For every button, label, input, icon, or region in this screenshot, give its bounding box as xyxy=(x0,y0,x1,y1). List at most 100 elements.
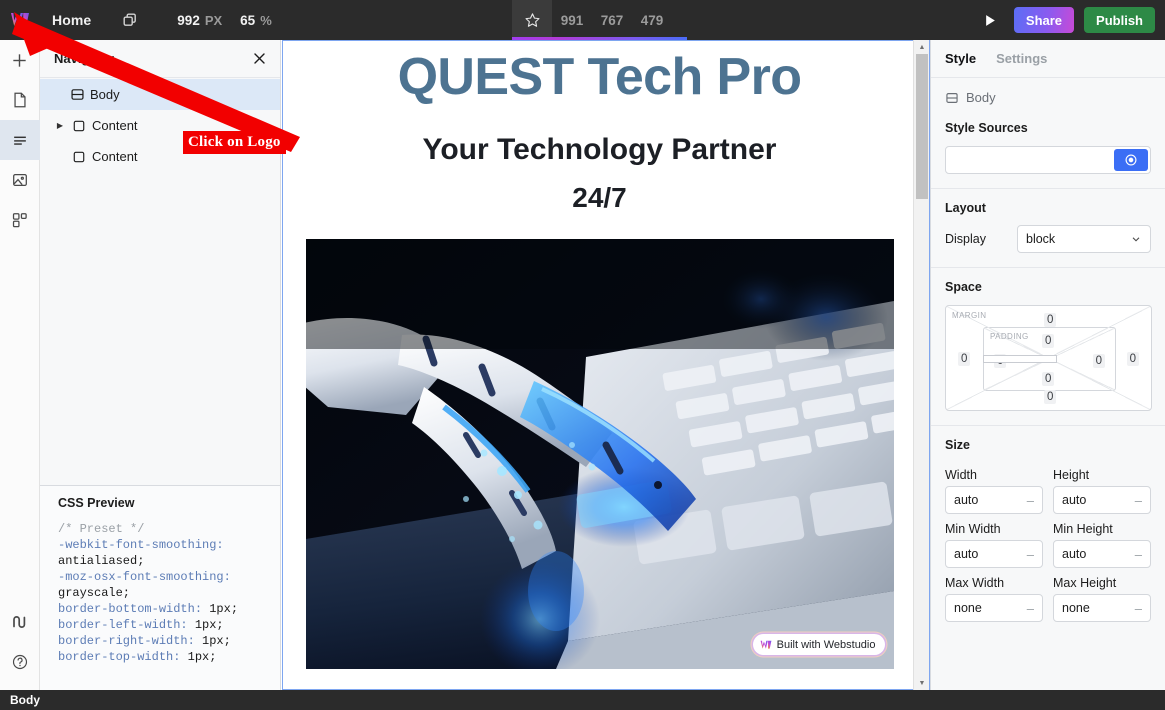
layout-section: Layout Display block xyxy=(931,189,1165,268)
preview-button[interactable] xyxy=(978,7,1004,33)
scroll-down-icon[interactable]: ▼ xyxy=(914,676,930,690)
project-home-label[interactable]: Home xyxy=(52,12,91,28)
display-label: Display xyxy=(945,232,986,246)
canvas-page-body[interactable]: QUEST Tech Pro Your Technology Partner 2… xyxy=(283,41,916,669)
height-label: Height xyxy=(1053,468,1090,482)
min-height-input[interactable]: auto – xyxy=(1053,540,1151,568)
size-title: Size xyxy=(945,438,971,452)
built-with-webstudio-badge[interactable]: Built with Webstudio xyxy=(752,634,885,655)
page-subheading[interactable]: Your Technology Partner xyxy=(283,133,916,167)
scroll-up-icon[interactable]: ▲ xyxy=(914,40,930,54)
height-unit-dash: – xyxy=(1134,492,1142,508)
page-icon xyxy=(13,92,26,108)
margin-bottom-value[interactable]: 0 xyxy=(1044,390,1057,404)
width-input[interactable]: auto – xyxy=(945,486,1043,514)
width-label: Width xyxy=(945,468,977,482)
publish-button[interactable]: Publish xyxy=(1084,7,1155,33)
margin-left-value[interactable]: 0 xyxy=(958,352,971,366)
left-sidebar-rail xyxy=(0,40,40,690)
navigator-title: Navigator xyxy=(54,51,114,66)
page-tagline[interactable]: 24/7 xyxy=(283,182,916,214)
padding-top-value[interactable]: 0 xyxy=(1042,334,1055,348)
breakpoints-bar: 991 767 479 xyxy=(512,0,672,40)
robot-hand-keyboard-illustration xyxy=(305,239,894,669)
copy-icon[interactable] xyxy=(121,11,139,29)
space-margin-box[interactable]: MARGIN 0 0 0 0 PADDING 0 0 0 0 xyxy=(945,305,1152,411)
breakpoint-991[interactable]: 991 xyxy=(552,13,592,28)
canvas-scrollbar[interactable]: ▲ ▼ xyxy=(913,40,929,690)
padding-right-value[interactable]: 0 xyxy=(1092,354,1105,368)
inspector-tabs: Style Settings xyxy=(931,40,1165,78)
webstudio-logo-button[interactable] xyxy=(0,0,40,40)
max-height-input[interactable]: none – xyxy=(1053,594,1151,622)
css-line-comment: /* Preset */ xyxy=(58,522,145,536)
selected-element-label: Body xyxy=(966,90,996,105)
status-bar: Body xyxy=(0,690,1165,710)
assets-icon-button[interactable] xyxy=(0,160,40,200)
marketplace-icon-button[interactable] xyxy=(0,602,40,642)
style-sources-input[interactable] xyxy=(948,149,1114,171)
canvas-width-display[interactable]: 992 PX 65 % xyxy=(177,13,271,28)
min-width-input[interactable]: auto – xyxy=(945,540,1043,568)
tree-item-body[interactable]: ▶ Body xyxy=(40,79,280,110)
tab-settings[interactable]: Settings xyxy=(996,51,1047,66)
space-section: Space MARGIN 0 0 0 0 PADDING 0 0 0 0 xyxy=(931,268,1165,426)
canvas-zoom-value: 65 xyxy=(240,12,256,28)
max-width-label: Max Width xyxy=(945,576,1005,590)
css-line-val-2: grayscale; xyxy=(58,586,131,600)
canvas-viewport[interactable]: QUEST Tech Pro Your Technology Partner 2… xyxy=(282,40,930,690)
display-select[interactable]: block xyxy=(1017,225,1151,253)
close-icon[interactable] xyxy=(250,50,268,68)
breakpoint-767[interactable]: 767 xyxy=(592,13,632,28)
max-height-unit-dash: – xyxy=(1134,600,1142,616)
max-width-value: none xyxy=(954,601,982,615)
local-style-icon xyxy=(1125,154,1137,166)
style-sources-section: Body Style Sources xyxy=(931,78,1165,189)
help-icon-button[interactable] xyxy=(0,642,40,682)
style-panel: Style Settings Body Style Sources Layout… xyxy=(930,40,1165,690)
element-tree: ▶ Body ▶ Content ▶ xyxy=(40,78,280,172)
margin-right-value[interactable]: 0 xyxy=(1126,352,1139,366)
css-decl-prop-3: border-bottom-width xyxy=(58,602,195,616)
css-decl-prop-6: border-top-width xyxy=(58,650,174,664)
max-width-input[interactable]: none – xyxy=(945,594,1043,622)
max-width-unit-dash: – xyxy=(1026,600,1034,616)
height-input[interactable]: auto – xyxy=(1053,486,1151,514)
tab-style[interactable]: Style xyxy=(945,51,976,66)
style-sources-input-wrap[interactable] xyxy=(945,146,1151,174)
max-height-value: none xyxy=(1062,601,1090,615)
css-decl-val-5: 1px; xyxy=(202,634,231,648)
layout-title: Layout xyxy=(945,201,986,215)
size-section: Size Width auto – Height auto – Min Width xyxy=(931,426,1165,636)
style-sources-title: Style Sources xyxy=(945,121,1028,135)
tree-item-label: Content xyxy=(92,149,138,164)
min-height-label: Min Height xyxy=(1053,522,1113,536)
breakpoint-list: 991 767 479 xyxy=(552,13,672,28)
min-width-unit-dash: – xyxy=(1026,546,1034,562)
selected-element-chip: Body xyxy=(945,90,1151,105)
pages-icon-button[interactable] xyxy=(0,80,40,120)
canvas-scrollbar-thumb[interactable] xyxy=(916,54,928,199)
share-button[interactable]: Share xyxy=(1013,7,1075,33)
components-icon-button[interactable] xyxy=(0,200,40,240)
min-height-unit-dash: – xyxy=(1134,546,1142,562)
body-icon xyxy=(946,92,958,103)
navigator-icon-button[interactable] xyxy=(0,120,40,160)
add-icon-button[interactable] xyxy=(0,40,40,80)
width-unit-dash: – xyxy=(1026,492,1034,508)
navigator-empty-space xyxy=(40,172,280,485)
css-decl-prop-4: border-left-width xyxy=(58,618,181,632)
padding-bottom-value[interactable]: 0 xyxy=(1042,372,1055,386)
canvas-width-unit: PX xyxy=(204,12,223,28)
box-icon xyxy=(68,119,90,133)
page-heading[interactable]: QUEST Tech Pro xyxy=(283,47,916,107)
breakpoint-base-button[interactable] xyxy=(512,0,552,40)
chevron-right-icon[interactable]: ▶ xyxy=(52,121,68,130)
margin-top-value[interactable]: 0 xyxy=(1044,313,1057,327)
image-icon xyxy=(12,173,27,187)
max-height-label: Max Height xyxy=(1053,576,1117,590)
hero-image[interactable]: Built with Webstudio xyxy=(305,239,894,669)
padding-caption: PADDING xyxy=(990,332,1029,341)
style-source-local-button[interactable] xyxy=(1114,149,1148,171)
breakpoint-479[interactable]: 479 xyxy=(632,13,672,28)
